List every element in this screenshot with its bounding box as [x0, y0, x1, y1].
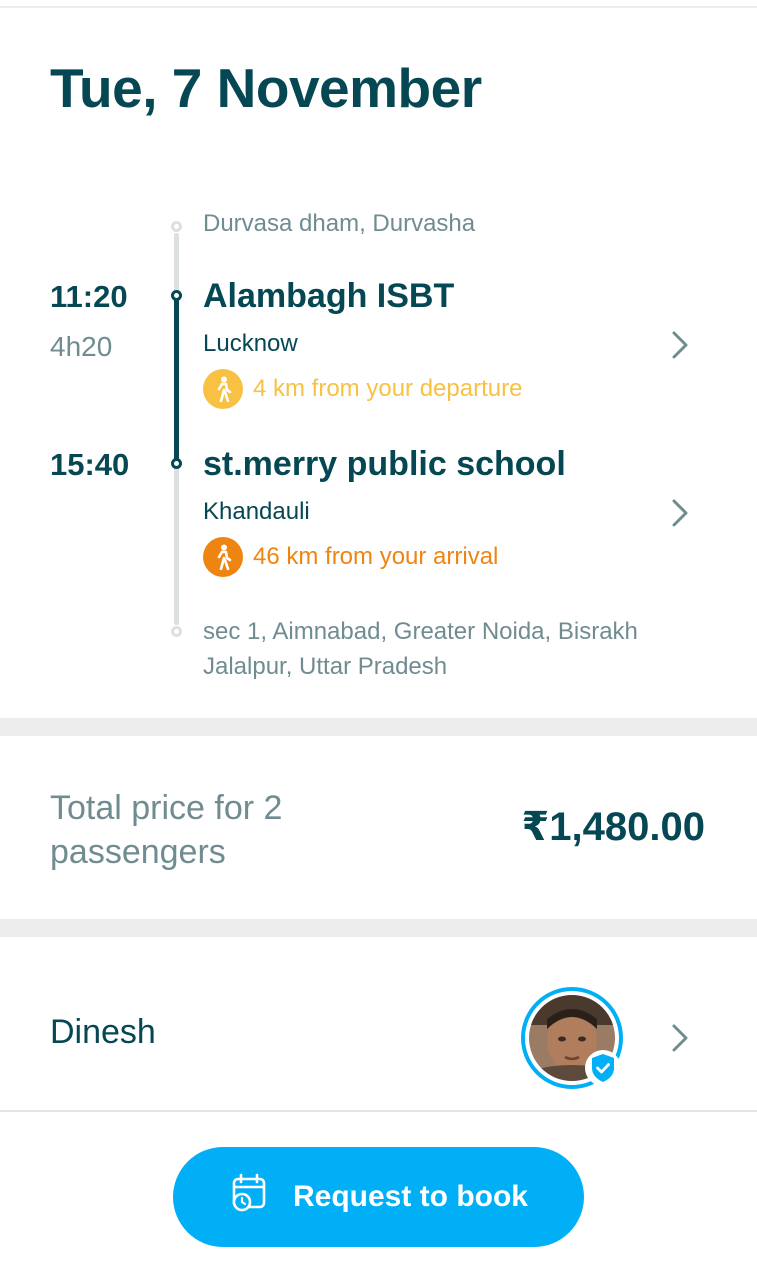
departure-stop-name[interactable]: Alambagh ISBT: [203, 277, 454, 316]
total-price-amount: ₹1,480.00: [521, 805, 705, 849]
arrival-city: Khandauli: [203, 498, 310, 525]
arrival-walk-text: 46 km from your arrival: [253, 543, 499, 570]
section-separator: [0, 919, 757, 937]
walking-person-icon: [203, 537, 243, 577]
arrival-time: 15:40: [50, 447, 130, 482]
departure-details-chevron-icon[interactable]: [670, 329, 692, 361]
origin-area-node: [171, 221, 182, 232]
destination-area-node: [171, 626, 182, 637]
total-price-label: Total price for 2 passengers: [50, 789, 283, 871]
calendar-clock-icon: [229, 1172, 271, 1222]
driver-profile-chevron-icon[interactable]: [670, 1022, 692, 1054]
arrival-stop-name[interactable]: st.merry public school: [203, 445, 566, 484]
arrival-details-chevron-icon[interactable]: [670, 497, 692, 529]
walking-person-icon: [203, 369, 243, 409]
trip-date-title: Tue, 7 November: [50, 57, 482, 119]
verified-badge-icon: [584, 1049, 622, 1087]
arrival-node: [171, 458, 182, 469]
bottom-divider: [0, 1110, 757, 1112]
request-to-book-label: Request to book: [292, 1180, 528, 1213]
driver-name[interactable]: Dinesh: [50, 1013, 156, 1052]
top-divider: [0, 6, 757, 8]
destination-area-line1: sec 1, Aimnabad, Greater Noida, Bisrakh: [203, 618, 638, 645]
trip-duration: 4h20: [50, 331, 113, 362]
departure-node: [171, 290, 182, 301]
section-separator: [0, 718, 757, 736]
departure-walk-text: 4 km from your departure: [253, 375, 523, 402]
departure-time: 11:20: [50, 279, 128, 314]
arrival-walk-distance: 46 km from your arrival: [203, 537, 498, 577]
origin-area-text: Durvasa dham, Durvasha: [203, 210, 476, 237]
request-to-book-button[interactable]: Request to book: [173, 1147, 584, 1247]
departure-walk-distance: 4 km from your departure: [203, 369, 522, 409]
departure-city: Lucknow: [203, 330, 298, 357]
destination-area-line2: Jalalpur, Uttar Pradesh: [203, 653, 448, 680]
route-line-ride: [174, 296, 179, 464]
